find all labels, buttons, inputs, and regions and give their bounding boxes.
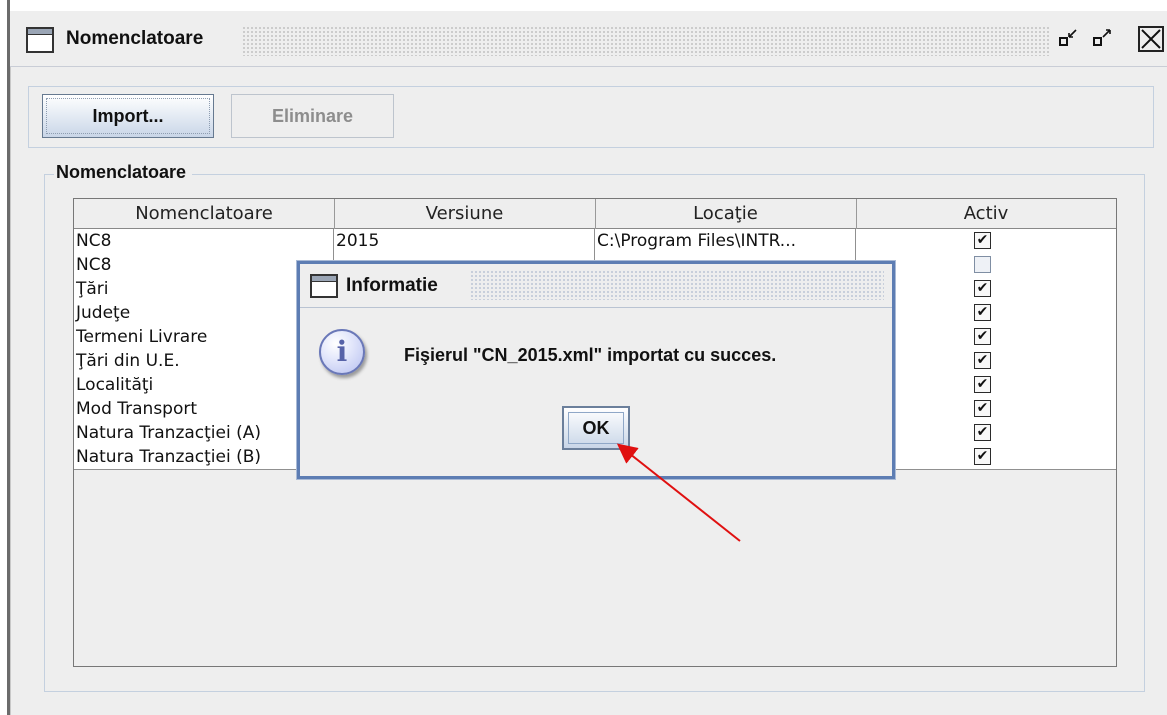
table-cell-name: Localităţi [74, 373, 334, 397]
table-cell-name: Natura Tranzacţiei (A) [74, 421, 334, 445]
active-checkbox[interactable]: ✔ [974, 328, 991, 345]
active-checkbox[interactable] [974, 256, 991, 273]
table-header: Nomenclatoare Versiune Locaţie Activ [74, 199, 1116, 229]
active-checkbox[interactable]: ✔ [974, 352, 991, 369]
table-cell-active: ✔ [856, 301, 1116, 325]
dialog-message: Fişierul "CN_2015.xml" importat cu succe… [404, 345, 777, 365]
column-header-activ[interactable]: Activ [856, 199, 1116, 229]
table-cell-active: ✔ [856, 421, 1116, 445]
active-checkbox[interactable]: ✔ [974, 424, 991, 441]
dialog-title: Informatie [346, 275, 438, 296]
column-header-nomenclatoare[interactable]: Nomenclatoare [74, 199, 335, 229]
table-cell-active: ✔ [856, 445, 1116, 469]
window-edge [0, 0, 10, 715]
close-icon[interactable] [1138, 26, 1164, 52]
titlebar-grip [242, 26, 1050, 56]
table-cell-name: NC8 [74, 253, 334, 277]
active-checkbox[interactable]: ✔ [974, 448, 991, 465]
table-cell-active: ✔ [856, 229, 1116, 253]
table-cell-active: ✔ [856, 325, 1116, 349]
table-cell-location: C:\Program Files\INTR... [595, 229, 856, 253]
table-cell-name: Natura Tranzacţiei (B) [74, 445, 334, 469]
info-icon: i [319, 329, 365, 375]
table-cell-name: Ţări [74, 277, 334, 301]
maximize-icon[interactable] [1092, 24, 1114, 52]
column-header-locatie[interactable]: Locaţie [595, 199, 857, 229]
active-checkbox[interactable]: ✔ [974, 232, 991, 249]
window-icon [26, 27, 54, 53]
import-button[interactable]: Import... [42, 94, 214, 138]
table-cell-active: ✔ [856, 373, 1116, 397]
table-row[interactable]: NC8 2015 C:\Program Files\INTR... ✔ [74, 229, 1116, 254]
active-checkbox[interactable]: ✔ [974, 376, 991, 393]
group-label: Nomenclatoare [54, 162, 193, 183]
table-cell-active: ✔ [856, 349, 1116, 373]
minimize-icon[interactable] [1058, 24, 1080, 52]
column-header-versiune[interactable]: Versiune [334, 199, 596, 229]
table-cell-active [856, 253, 1116, 277]
active-checkbox[interactable]: ✔ [974, 280, 991, 297]
table-cell-name: Ţări din U.E. [74, 349, 334, 373]
table-cell-name: Judeţe [74, 301, 334, 325]
table-cell-name: NC8 [74, 229, 334, 253]
active-checkbox[interactable]: ✔ [974, 304, 991, 321]
dialog-titlebar-grip [470, 270, 884, 300]
remove-button[interactable]: Eliminare [231, 94, 394, 138]
table-cell-active: ✔ [856, 277, 1116, 301]
active-checkbox[interactable]: ✔ [974, 400, 991, 417]
table-cell-name: Mod Transport [74, 397, 334, 421]
ok-button[interactable]: OK [562, 406, 630, 450]
table-cell-active: ✔ [856, 397, 1116, 421]
dialog-window-icon [310, 274, 338, 298]
frame-title: Nomenclatoare [66, 28, 204, 49]
table-cell-version: 2015 [334, 229, 595, 253]
table-cell-name: Termeni Livrare [74, 325, 334, 349]
